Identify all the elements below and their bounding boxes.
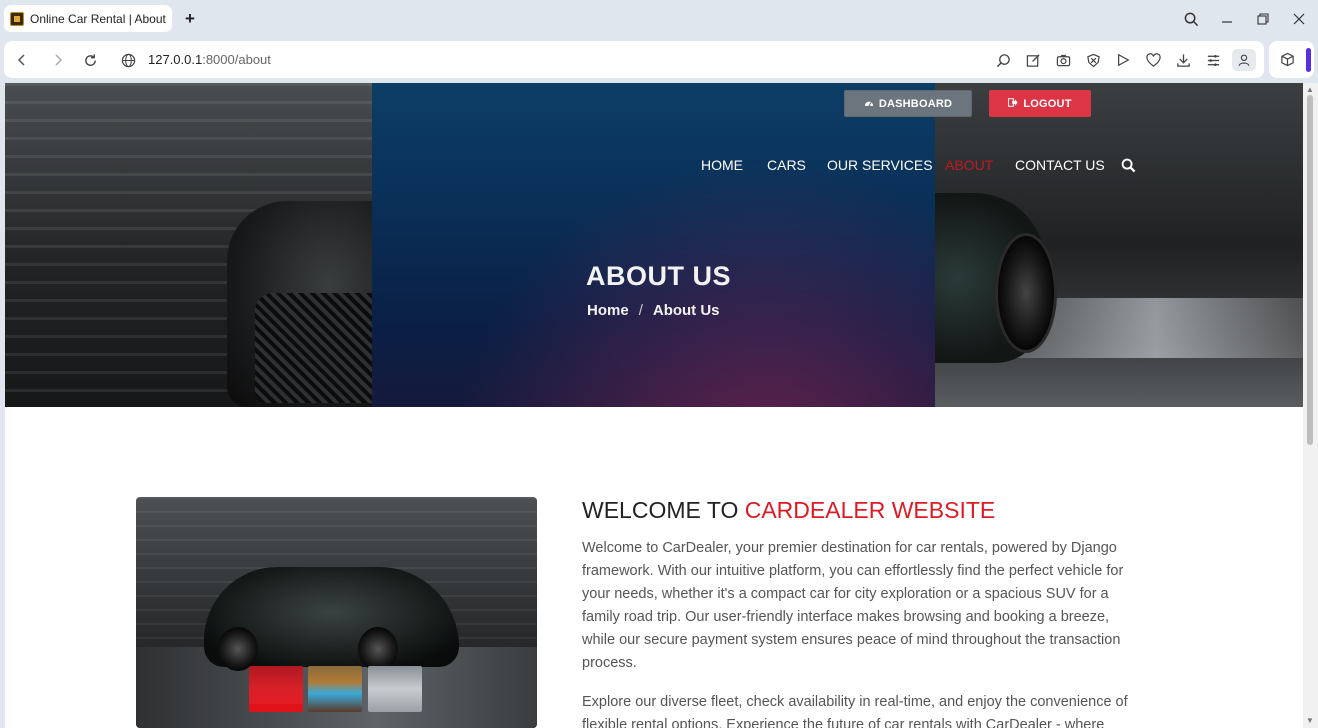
minimize-icon[interactable]	[1216, 8, 1238, 30]
nav-item-our-services[interactable]: OUR SERVICES	[827, 157, 933, 173]
nav-link-our-services[interactable]: OUR SERVICES	[827, 157, 933, 173]
nav-item-contact-us[interactable]: CONTACT US	[1015, 157, 1105, 173]
nav-link-contact-us[interactable]: CONTACT US	[1015, 157, 1105, 173]
site-info-icon[interactable]	[118, 50, 138, 70]
tachometer-icon	[864, 98, 874, 110]
sign-out-icon	[1008, 97, 1018, 110]
heading-prefix: WELCOME TO	[582, 497, 739, 523]
nav-link-cars[interactable]: CARS	[767, 157, 806, 173]
nav-item-cars[interactable]: CARS	[767, 157, 806, 173]
browser-tab[interactable]: Online Car Rental | About	[4, 5, 172, 32]
cube-icon[interactable]	[1278, 50, 1296, 68]
download-icon[interactable]	[1174, 51, 1192, 69]
search-icon[interactable]	[1121, 158, 1136, 173]
about-car-image	[136, 497, 537, 728]
address-url[interactable]: 127.0.0.1:8000/about	[148, 52, 271, 67]
menu-lines-icon[interactable]	[1204, 51, 1222, 69]
gallery-thumbnail-2[interactable]	[308, 666, 362, 712]
breadcrumb-home[interactable]: Home	[587, 302, 629, 319]
page-viewport: DASHBOARD LOGOUT HOME CARS OUR SERVICES …	[5, 83, 1303, 728]
address-bar-container: 127.0.0.1:8000/about	[4, 41, 1264, 78]
tab-title: Online Car Rental | About	[30, 11, 166, 26]
sidebar-indicator[interactable]	[1306, 48, 1311, 72]
restore-icon[interactable]	[1252, 8, 1274, 30]
nav-link-about[interactable]: ABOUT	[945, 157, 993, 173]
edit-icon[interactable]	[1024, 51, 1042, 69]
shield-icon[interactable]	[1084, 51, 1102, 69]
url-path: :8000/about	[202, 52, 271, 67]
site-favicon-icon	[10, 11, 24, 26]
about-paragraph-2: Explore our diverse fleet, check availab…	[582, 694, 1128, 728]
profile-icon[interactable]	[1232, 49, 1256, 71]
scrollbar-thumb[interactable]	[1307, 95, 1313, 445]
search-tabs-icon[interactable]	[1180, 8, 1202, 30]
back-icon[interactable]	[12, 50, 32, 70]
hero-car-grille-image	[255, 293, 372, 403]
reload-icon[interactable]	[80, 50, 100, 70]
heading-accent: CARDEALER WEBSITE	[744, 497, 996, 523]
image-wheel-front	[218, 627, 258, 671]
gallery-thumbnail-1[interactable]	[249, 666, 303, 712]
breadcrumb-current: About Us	[652, 302, 720, 319]
breadcrumb-separator: /	[638, 302, 643, 319]
about-heading: WELCOME TO CARDEALER WEBSITE	[582, 497, 995, 524]
close-icon[interactable]	[1288, 8, 1310, 30]
logout-button[interactable]: LOGOUT	[989, 90, 1091, 117]
play-icon[interactable]	[1114, 51, 1132, 69]
forward-icon[interactable]	[48, 50, 68, 70]
about-paragraph-1: Welcome to CarDealer, your premier desti…	[582, 540, 1124, 671]
nav-link-home[interactable]: HOME	[701, 157, 743, 173]
dashboard-button[interactable]: DASHBOARD	[844, 90, 972, 117]
hero-banner: DASHBOARD LOGOUT HOME CARS OUR SERVICES …	[5, 83, 1303, 407]
gallery-thumbnail-3[interactable]	[368, 666, 422, 712]
scroll-down-icon[interactable]: ▼	[1306, 716, 1314, 725]
zoom-search-icon[interactable]	[994, 51, 1012, 69]
heart-icon[interactable]	[1144, 51, 1162, 69]
browser-toolbar: 127.0.0.1:8000/about	[0, 38, 1318, 82]
breadcrumb: Home / About Us	[587, 302, 720, 319]
nav-item-home[interactable]: HOME	[701, 157, 743, 173]
new-tab-button[interactable]: +	[180, 9, 200, 29]
url-host: 127.0.0.1	[148, 52, 203, 67]
hero-overlay	[372, 83, 935, 407]
hero-car-wheel-image	[995, 233, 1057, 353]
camera-icon[interactable]	[1054, 51, 1072, 69]
image-wheel-rear	[358, 627, 398, 671]
nav-item-about[interactable]: ABOUT	[945, 157, 993, 173]
browser-tab-bar: Online Car Rental | About +	[0, 0, 1318, 38]
logout-label: LOGOUT	[1023, 97, 1072, 110]
page-scrollbar[interactable]: ▲ ▼	[1303, 83, 1318, 728]
dashboard-label: DASHBOARD	[878, 97, 953, 110]
page-title: ABOUT US	[586, 261, 731, 291]
scroll-up-icon[interactable]: ▲	[1306, 85, 1314, 94]
